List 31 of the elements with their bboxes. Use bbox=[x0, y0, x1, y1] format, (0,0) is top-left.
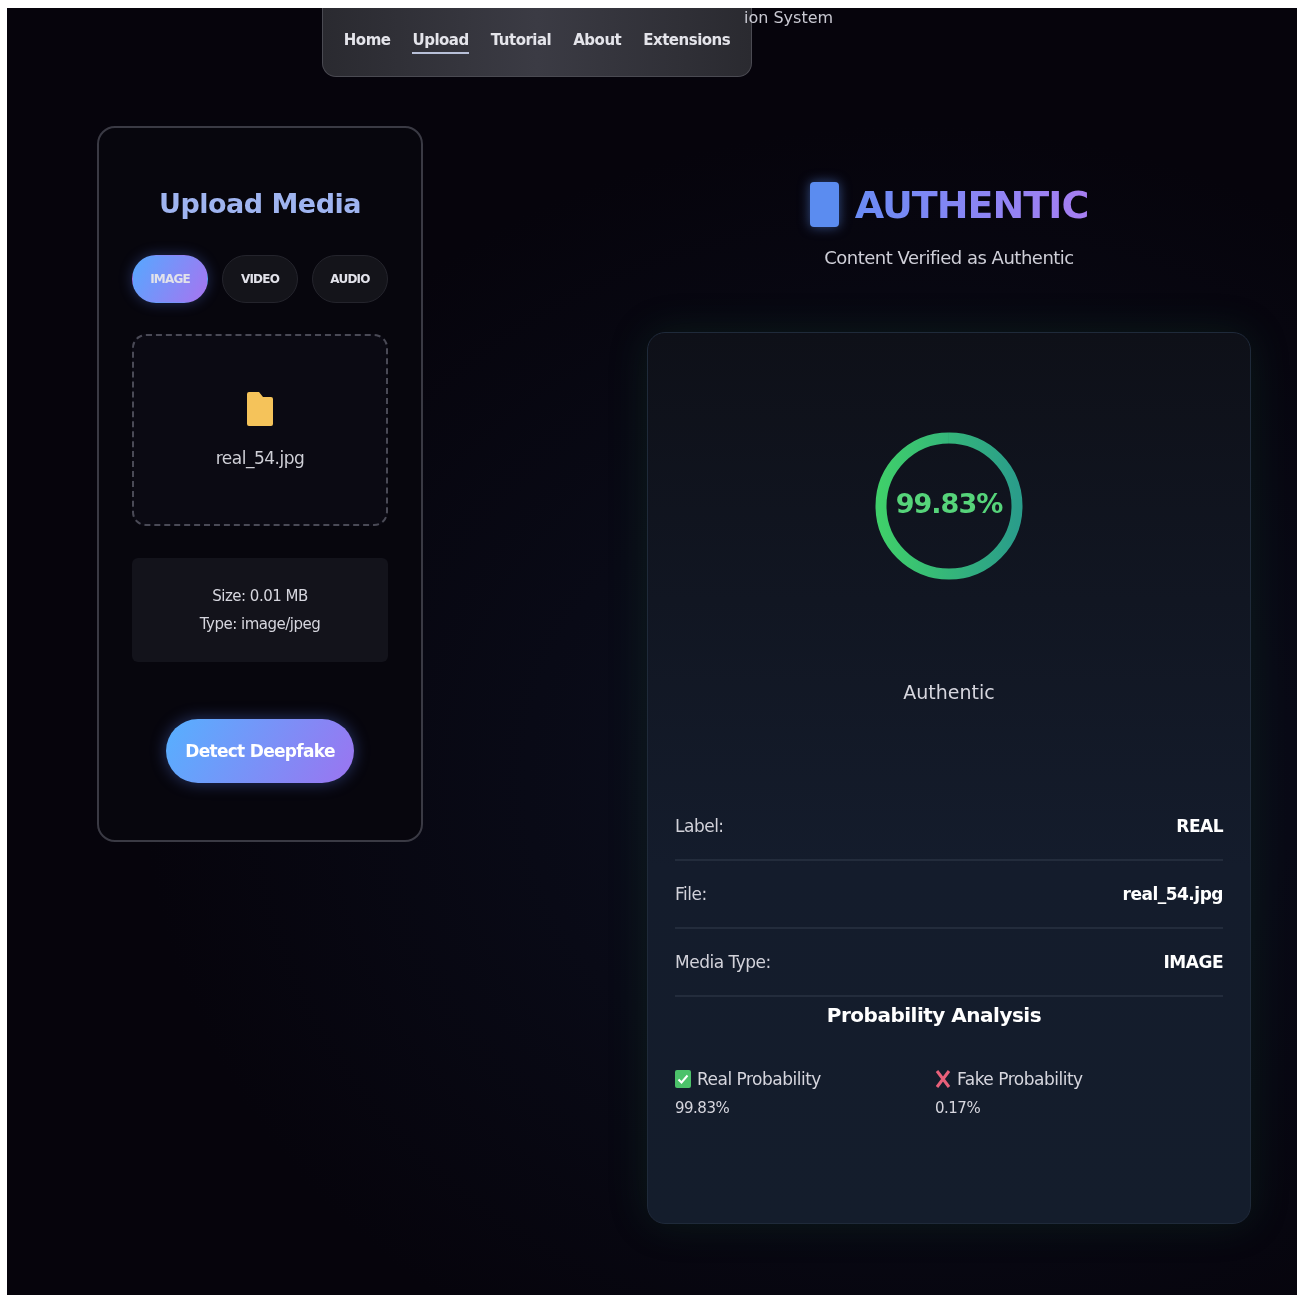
media-tab[interactable]: AUDIO bbox=[312, 255, 388, 303]
site-title: ion System bbox=[744, 8, 834, 28]
detail-value: real_54.jpg bbox=[1122, 884, 1223, 904]
probability-label: Fake Probability bbox=[957, 1069, 1083, 1089]
probability-label: Real Probability bbox=[697, 1069, 821, 1089]
verdict-subtitle: Content Verified as Authentic bbox=[824, 247, 1074, 268]
file-info: Type: image/jpeg bbox=[199, 615, 321, 633]
detail-label: File: bbox=[675, 884, 707, 904]
file-info: Size: 0.01 MB bbox=[212, 587, 308, 605]
card-title: Upload Media bbox=[159, 188, 361, 219]
status-icon bbox=[809, 182, 839, 227]
check-icon bbox=[675, 1070, 691, 1088]
nav-link[interactable]: Extensions bbox=[643, 30, 731, 54]
confidence-score: 99.83% bbox=[894, 488, 1004, 519]
detail-value: REAL bbox=[1176, 816, 1223, 836]
nav-link[interactable]: Home bbox=[343, 30, 391, 54]
nav-link[interactable]: About bbox=[573, 30, 622, 54]
nav-link[interactable]: Tutorial bbox=[490, 30, 552, 54]
drop-zone[interactable]: real_54.jpg bbox=[132, 334, 388, 526]
detail-value: IMAGE bbox=[1163, 952, 1223, 972]
detail-label: Label: bbox=[675, 816, 724, 836]
nav-link[interactable]: Upload bbox=[412, 30, 469, 54]
file-icon bbox=[247, 392, 273, 426]
probability-value: 0.17% bbox=[935, 1099, 982, 1117]
section-title: Probability Analysis bbox=[826, 1003, 1042, 1027]
probability-value: 99.83% bbox=[675, 1099, 731, 1117]
detail-label: Media Type: bbox=[675, 952, 771, 972]
score-label: Authentic bbox=[903, 681, 995, 703]
cross-icon bbox=[935, 1069, 951, 1089]
media-tab[interactable]: VIDEO bbox=[222, 255, 298, 303]
file-name: real_54.jpg bbox=[215, 448, 305, 468]
